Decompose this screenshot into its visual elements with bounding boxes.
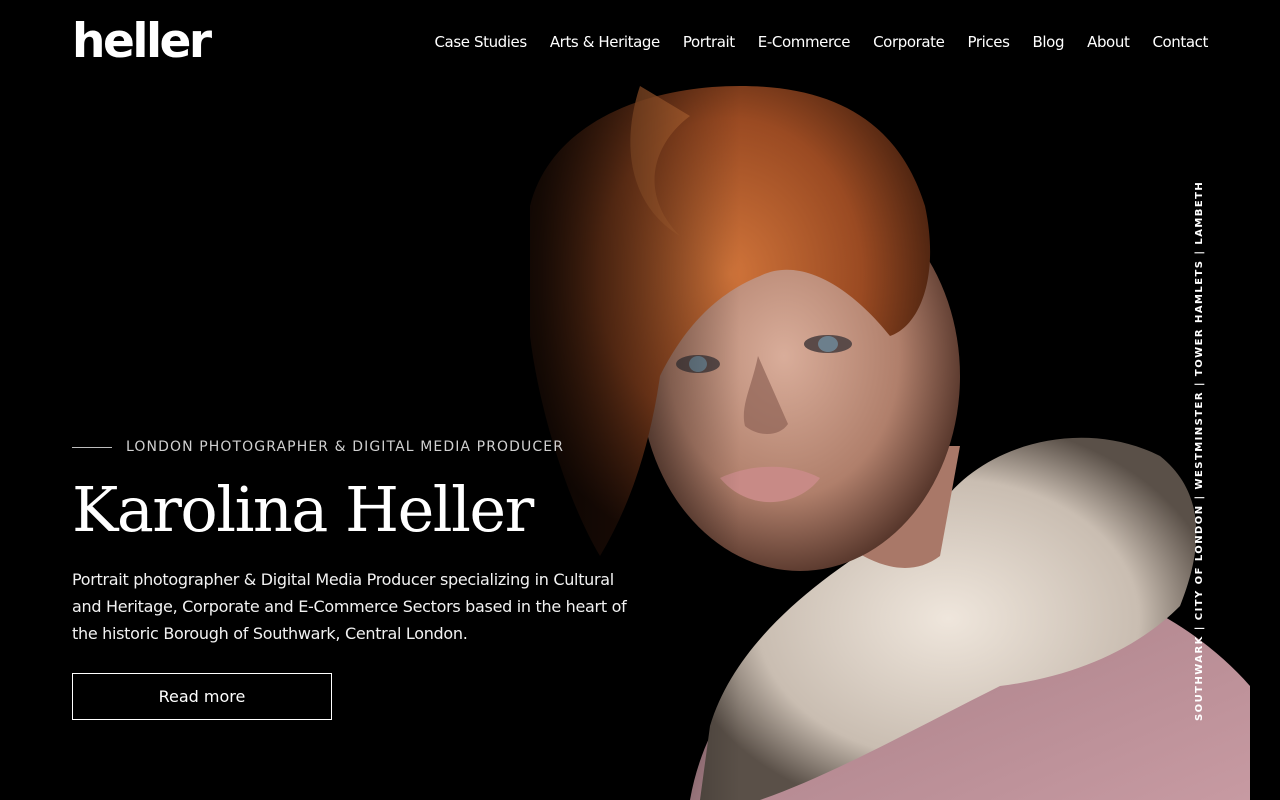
eyebrow-divider <box>72 446 112 448</box>
hero-intro: LONDON PHOTOGRAPHER & DIGITAL MEDIA PROD… <box>72 434 632 720</box>
nav-item-arts-heritage[interactable]: Arts & Heritage <box>550 30 660 54</box>
service-areas-strip: SOUTHWARK | CITY OF LONDON | WESTMINSTER… <box>1190 180 1210 721</box>
nav-item-case-studies[interactable]: Case Studies <box>434 30 527 54</box>
hero-eyebrow: LONDON PHOTOGRAPHER & DIGITAL MEDIA PROD… <box>72 434 632 460</box>
nav-item-blog[interactable]: Blog <box>1033 30 1065 54</box>
nav-item-about[interactable]: About <box>1087 30 1130 54</box>
nav-item-portrait[interactable]: Portrait <box>683 30 735 54</box>
site-header: heller Case Studies Arts & Heritage Port… <box>0 0 1280 86</box>
nav-item-contact[interactable]: Contact <box>1152 30 1208 54</box>
service-areas-text: SOUTHWARK | CITY OF LONDON | WESTMINSTER… <box>1194 180 1205 721</box>
hero-description: Portrait photographer & Digital Media Pr… <box>72 570 627 643</box>
hero-title: Karolina Heller <box>72 473 534 546</box>
eyebrow-text: LONDON PHOTOGRAPHER & DIGITAL MEDIA PROD… <box>126 439 565 455</box>
nav-item-prices[interactable]: Prices <box>968 30 1010 54</box>
read-more-button[interactable]: Read more <box>72 673 332 720</box>
main-nav: Case Studies Arts & Heritage Portrait E-… <box>434 30 1208 54</box>
nav-item-corporate[interactable]: Corporate <box>873 30 945 54</box>
logo[interactable]: heller <box>72 14 212 70</box>
nav-item-e-commerce[interactable]: E-Commerce <box>758 30 851 54</box>
homepage: heller Case Studies Arts & Heritage Port… <box>0 0 1280 800</box>
